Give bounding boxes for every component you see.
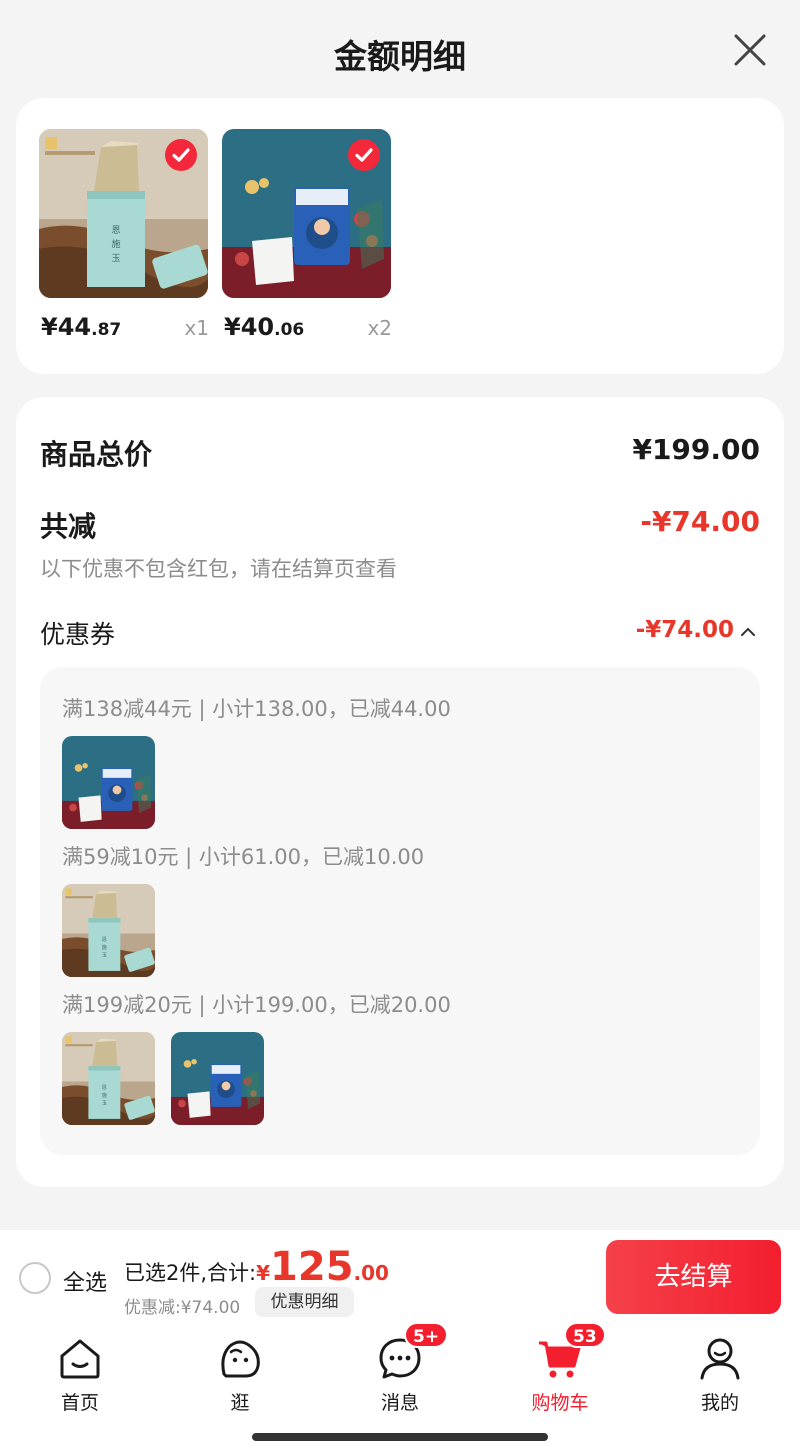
product-price: ¥40.06 — [224, 313, 305, 341]
product-price: ¥44.87 — [41, 313, 122, 341]
total-reduction-label: 共减 — [40, 510, 97, 543]
tab-home[interactable]: 首页 — [20, 1334, 140, 1415]
diaper-pack-thumb[interactable] — [171, 1032, 264, 1125]
chevron-up-icon — [740, 618, 756, 644]
home-indicator — [252, 1433, 548, 1441]
home-icon — [56, 1334, 104, 1382]
tab-label: 消息 — [380, 1392, 419, 1414]
product-quantity: x1 — [184, 316, 209, 340]
selected-count-text: 已选2件,合计: — [124, 1261, 257, 1285]
total-price-label: 商品总价 — [40, 438, 153, 471]
selected-products-card: ¥44.87 x1 ¥40.06 x2 — [16, 98, 784, 374]
tab-messages[interactable]: 5+ 消息 — [340, 1322, 460, 1415]
tab-browse[interactable]: 逛 — [180, 1334, 300, 1415]
tea-tin-thumb[interactable] — [62, 884, 155, 977]
sheet-title: 金额明细 — [334, 37, 466, 76]
tab-label: 我的 — [700, 1392, 739, 1414]
coupon-group-line: 满199减20元 | 小计199.00，已减20.00 — [62, 993, 451, 1017]
coupon-label[interactable]: 优惠券 — [40, 615, 115, 651]
selected-total: 已选2件,合计:¥125.00 — [124, 1244, 389, 1290]
message-icon: 5+ — [376, 1322, 449, 1382]
cart-icon: 53 — [536, 1322, 606, 1382]
tab-cart[interactable]: 53 购物车 — [500, 1322, 620, 1415]
coupon-breakdown-panel: 满138减44元 | 小计138.00，已减44.00 满59减10元 | 小计… — [40, 667, 760, 1155]
currency-symbol: ¥ — [256, 1261, 271, 1285]
total-integer: 125 — [270, 1244, 354, 1290]
coupon-value: -¥74.00 — [635, 617, 734, 643]
tab-label: 首页 — [60, 1392, 99, 1414]
coupon-group-line: 满59减10元 | 小计61.00，已减10.00 — [62, 845, 425, 869]
close-icon[interactable] — [732, 32, 768, 68]
price-summary-card: 商品总价 ¥199.00 共减 -¥74.00 以下优惠不包含红包，请在结算页查… — [16, 397, 784, 1187]
total-reduction-value: -¥74.00 — [640, 505, 760, 538]
checked-icon[interactable] — [165, 139, 197, 171]
discount-text: 优惠减:¥74.00 — [124, 1298, 241, 1318]
total-decimal: .00 — [353, 1261, 389, 1285]
tab-label: 逛 — [230, 1392, 250, 1414]
checkout-button[interactable]: 去结算 — [606, 1240, 781, 1314]
total-price-value: ¥199.00 — [632, 433, 760, 466]
message-badge: 5+ — [404, 1322, 449, 1348]
select-all-label[interactable]: 全选 — [63, 1265, 107, 1297]
browse-icon — [216, 1334, 264, 1382]
amount-detail-sheet: 金额明细 ¥44.87 x1 ¥40.06 x2 商品总价 ¥199.00 共减… — [0, 0, 800, 1230]
tab-profile[interactable]: 我的 — [660, 1334, 780, 1415]
cart-badge: 53 — [564, 1322, 606, 1348]
coupon-toggle[interactable]: -¥74.00 — [636, 617, 756, 644]
select-all-radio[interactable] — [19, 1262, 51, 1294]
diaper-pack-thumb[interactable] — [62, 736, 155, 829]
reduction-note: 以下优惠不包含红包，请在结算页查看 — [40, 557, 397, 581]
product-quantity: x2 — [367, 316, 392, 340]
tab-label: 购物车 — [531, 1392, 589, 1414]
profile-icon — [696, 1334, 744, 1382]
tea-tin-thumb[interactable] — [62, 1032, 155, 1125]
checked-icon[interactable] — [348, 139, 380, 171]
coupon-group-line: 满138减44元 | 小计138.00，已减44.00 — [62, 697, 451, 721]
discount-detail-button[interactable]: 优惠明细 — [255, 1287, 354, 1317]
